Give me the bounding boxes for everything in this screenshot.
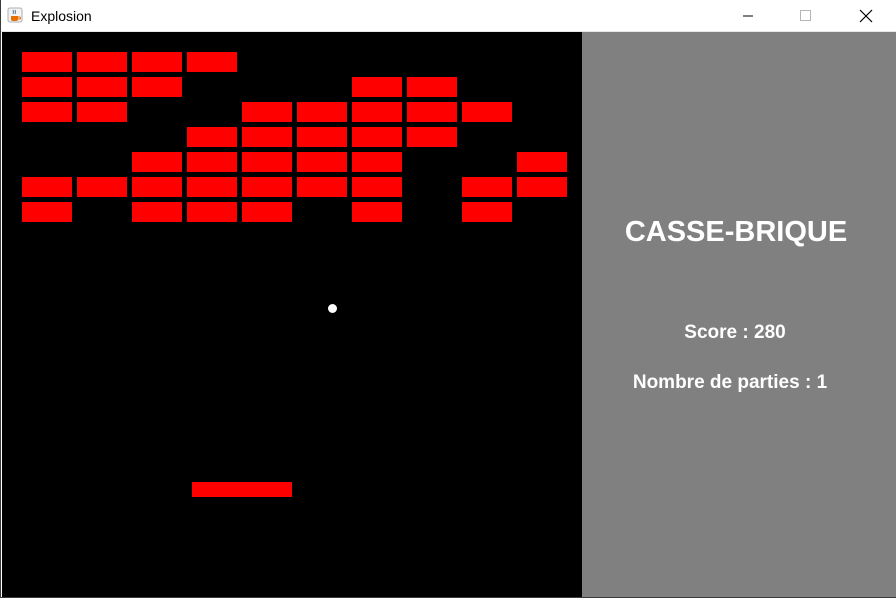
brick [22,77,72,97]
brick [242,152,292,172]
brick [242,177,292,197]
maximize-button[interactable] [783,0,829,32]
brick [242,127,292,147]
brick [297,152,347,172]
window-title: Explosion [31,8,92,24]
brick [77,52,127,72]
brick [132,202,182,222]
brick [352,127,402,147]
brick [352,202,402,222]
paddle[interactable] [192,482,292,497]
maximize-icon [800,10,812,22]
score-label: Score : [684,322,754,343]
brick [462,202,512,222]
info-panel: CASSE-BRIQUE Score : 280 Nombre de parti… [582,32,896,597]
score-display: Score : 280 [582,322,888,344]
brick [187,152,237,172]
brick [77,177,127,197]
brick [187,52,237,72]
brick [132,77,182,97]
brick [187,202,237,222]
title-bar[interactable]: Explosion [1,0,896,32]
brick [352,102,402,122]
brick [242,102,292,122]
brick [22,102,72,122]
brick [407,102,457,122]
ball [328,304,337,313]
minimize-button[interactable] [725,0,771,32]
brick [352,152,402,172]
brick [297,127,347,147]
games-played-display: Nombre de parties : 1 [582,372,878,394]
game-title: CASSE-BRIQUE [624,216,848,248]
brick [297,102,347,122]
brick [352,177,402,197]
brick [132,152,182,172]
brick [297,177,347,197]
minimize-icon [742,10,754,22]
games-played-label: Nombre de parties : [632,372,817,393]
brick [187,127,237,147]
java-cup-icon [7,7,23,23]
brick [407,127,457,147]
brick [77,77,127,97]
brick [462,102,512,122]
score-value: 280 [754,322,786,343]
brick [517,177,567,197]
brick [462,177,512,197]
brick [22,52,72,72]
games-played-value: 1 [816,372,828,393]
brick [132,52,182,72]
brick [187,177,237,197]
brick [22,177,72,197]
brick [22,202,72,222]
brick [77,102,127,122]
brick [517,152,567,172]
brick [132,177,182,197]
app-window: Explosion CASSE-BRIQUE Score : 280 Nombr… [0,0,896,598]
game-area[interactable] [2,32,582,597]
brick [407,77,457,97]
close-button[interactable] [843,0,889,32]
brick [242,202,292,222]
brick [352,77,402,97]
close-icon [859,9,873,23]
